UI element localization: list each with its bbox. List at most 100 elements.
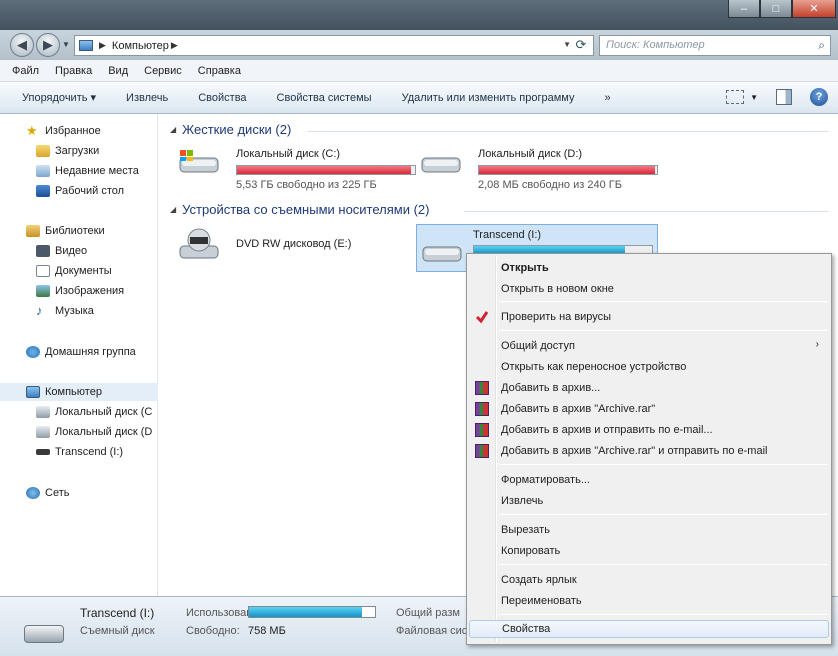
ctx-scan-virus[interactable]: Проверить на вирусы: [469, 308, 829, 326]
ctx-separator: [499, 514, 827, 515]
pictures-icon: [36, 285, 50, 297]
ctx-add-archive-rar-email[interactable]: Добавить в архив "Archive.rar" и отправи…: [469, 442, 829, 460]
group-header-removable[interactable]: ◢ Устройства со съемными носителями (2): [170, 202, 430, 217]
nav-downloads[interactable]: Загрузки: [0, 142, 158, 160]
music-icon: ♪: [36, 303, 43, 318]
drive-usage-bar: [236, 165, 416, 175]
details-drive-name: Transcend (I:): [80, 606, 155, 620]
ctx-eject[interactable]: Извлечь: [469, 492, 829, 510]
ctx-rename[interactable]: Переименовать: [469, 592, 829, 610]
context-menu: Открыть Открыть в новом окне Проверить н…: [466, 253, 832, 645]
ctx-add-archive-email[interactable]: Добавить в архив и отправить по e-mail..…: [469, 421, 829, 439]
drive-local-d[interactable]: Локальный диск (D:) 2,08 МБ свободно из …: [420, 148, 660, 192]
search-icon[interactable]: ⌕: [818, 38, 825, 53]
nav-recent-places[interactable]: Недавние места: [0, 162, 158, 180]
nav-local-disk-d[interactable]: Локальный диск (D: [0, 423, 158, 441]
winrar-icon: [475, 381, 489, 395]
menu-edit[interactable]: Правка: [55, 65, 92, 77]
menu-view[interactable]: Вид: [108, 65, 128, 77]
window-titlebar: – □ ✕: [0, 0, 838, 30]
ctx-cut[interactable]: Вырезать: [469, 521, 829, 539]
nav-label: Документы: [55, 265, 112, 277]
minimize-button[interactable]: –: [728, 0, 760, 18]
nav-libraries[interactable]: Библиотеки: [0, 222, 158, 240]
ctx-label: Форматировать...: [501, 474, 590, 486]
help-icon[interactable]: ?: [810, 88, 828, 106]
nav-network[interactable]: Сеть: [0, 484, 158, 502]
address-bar[interactable]: ▶ Компьютер ▶ ▼ ⟳: [74, 35, 594, 56]
uninstall-program-button[interactable]: Удалить или изменить программу: [402, 92, 575, 104]
collapse-icon[interactable]: ◢: [170, 205, 176, 214]
ctx-create-shortcut[interactable]: Создать ярлык: [469, 571, 829, 589]
ctx-open[interactable]: Открыть: [469, 259, 829, 277]
nav-music[interactable]: ♪ Музыка: [0, 302, 158, 320]
ctx-add-archive[interactable]: Добавить в архив...: [469, 379, 829, 397]
nav-favorites[interactable]: ★ Избранное: [0, 122, 158, 140]
ctx-separator: [499, 614, 827, 615]
nav-computer[interactable]: Компьютер: [0, 383, 158, 401]
breadcrumb-separator-icon[interactable]: ▶: [99, 40, 106, 51]
details-drive-type: Съемный диск: [80, 625, 155, 637]
ctx-label: Извлечь: [501, 495, 544, 507]
menu-help[interactable]: Справка: [198, 65, 241, 77]
organize-button[interactable]: Упорядочить ▾: [22, 91, 96, 104]
ctx-open-portable[interactable]: Открыть как переносное устройство: [469, 358, 829, 376]
ctx-format[interactable]: Форматировать...: [469, 471, 829, 489]
search-input[interactable]: Поиск: Компьютер ⌕: [599, 35, 831, 56]
breadcrumb-computer[interactable]: Компьютер: [112, 40, 169, 52]
nav-label: Изображения: [55, 285, 125, 297]
nav-documents[interactable]: Документы: [0, 262, 158, 280]
maximize-button[interactable]: □: [760, 0, 792, 18]
eject-button[interactable]: Извлечь: [126, 92, 168, 104]
details-free-label: Свободно:: [186, 625, 240, 637]
usb-drive-icon: [422, 246, 462, 262]
nav-video[interactable]: Видео: [0, 242, 158, 260]
ctx-share[interactable]: Общий доступ ›: [469, 337, 829, 355]
nav-label: Недавние места: [55, 165, 139, 177]
nav-desktop[interactable]: Рабочий стол: [0, 182, 158, 200]
preview-pane-icon[interactable]: [776, 89, 792, 105]
more-commands-button[interactable]: »: [604, 92, 610, 104]
menu-tools[interactable]: Сервис: [144, 65, 182, 77]
ctx-label: Открыть: [501, 262, 549, 274]
nav-label: Сеть: [45, 487, 70, 499]
drive-free-space: 2,08 МБ свободно из 240 ГБ: [478, 179, 622, 191]
details-total-label: Общий разм: [396, 607, 460, 619]
nav-homegroup[interactable]: Домашняя группа: [0, 343, 158, 361]
collapse-icon[interactable]: ◢: [170, 125, 176, 134]
drive-local-c[interactable]: Локальный диск (C:) 5,53 ГБ свободно из …: [178, 148, 418, 192]
nav-label: Рабочий стол: [55, 185, 125, 197]
nav-label: Музыка: [55, 305, 94, 317]
drive-dvd-rw[interactable]: DVD RW дисковод (E:): [178, 228, 418, 272]
recent-pages-dropdown[interactable]: ▼: [62, 40, 70, 49]
local-disk-d-icon: [36, 426, 50, 438]
breadcrumb-chevron-icon[interactable]: ▶: [171, 40, 178, 51]
menu-file[interactable]: Файл: [12, 65, 39, 77]
ctx-open-new-window[interactable]: Открыть в новом окне: [469, 280, 829, 298]
system-properties-button[interactable]: Свойства системы: [277, 92, 372, 104]
drive-name: Transcend (I:): [473, 229, 542, 241]
view-dropdown-icon[interactable]: ▼: [750, 93, 758, 102]
refresh-icon[interactable]: ⟳: [572, 37, 590, 54]
group-title: Жесткие диски (2): [182, 122, 292, 137]
address-dropdown-icon[interactable]: ▼: [563, 40, 571, 49]
ctx-copy[interactable]: Копировать: [469, 542, 829, 560]
group-divider: [464, 211, 828, 212]
ctx-add-archive-rar[interactable]: Добавить в архив "Archive.rar": [469, 400, 829, 418]
menu-bar: Файл Правка Вид Сервис Справка: [0, 60, 838, 82]
change-view-icon[interactable]: [726, 90, 745, 104]
nav-pictures[interactable]: Изображения: [0, 282, 158, 300]
forward-button[interactable]: ▶: [36, 33, 60, 57]
properties-button[interactable]: Свойства: [198, 92, 246, 104]
back-button[interactable]: ◀: [10, 33, 34, 57]
group-header-hard-disks[interactable]: ◢ Жесткие диски (2): [170, 122, 291, 137]
search-placeholder: Поиск: Компьютер: [606, 39, 705, 51]
close-button[interactable]: ✕: [792, 0, 836, 18]
ctx-label: Добавить в архив и отправить по e-mail..…: [501, 424, 713, 436]
winrar-icon: [475, 423, 489, 437]
ctx-label: Копировать: [501, 545, 561, 557]
nav-transcend[interactable]: Transcend (I:): [0, 443, 158, 461]
ctx-label: Свойства: [502, 623, 551, 635]
ctx-properties[interactable]: Свойства: [469, 620, 829, 638]
nav-local-disk-c[interactable]: Локальный диск (C: [0, 403, 158, 421]
